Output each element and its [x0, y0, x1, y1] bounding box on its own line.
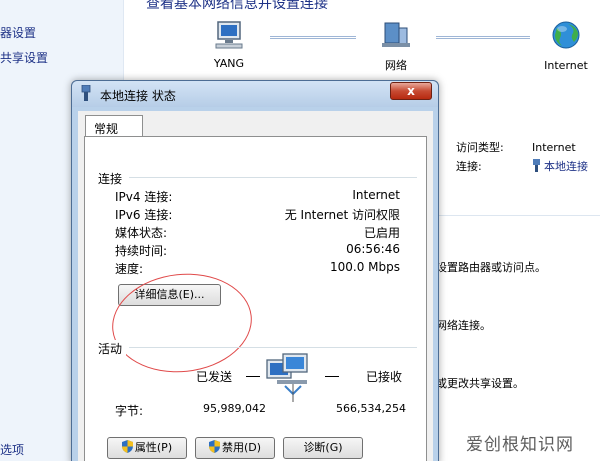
disable-button[interactable]: 禁用(D): [195, 437, 275, 459]
network-activity-icon: [266, 353, 308, 402]
computer-icon: [215, 21, 243, 49]
sent-label: 已发送: [196, 370, 233, 384]
dialog-body: 常规 连接 IPv4 连接: Internet IPv6 连接: 无 Inter…: [78, 111, 433, 461]
dialog-title: 本地连接 状态: [100, 89, 176, 103]
properties-button-label: 属性(P): [134, 441, 173, 454]
group-divider: [129, 177, 417, 178]
section-divider: [436, 215, 600, 216]
diagnose-button[interactable]: 诊断(G): [283, 437, 363, 459]
network-link-line: [270, 36, 356, 39]
network-node-computer[interactable]: YANG: [204, 20, 254, 70]
nav-link-adapter-settings[interactable]: 器设置: [0, 24, 36, 41]
uac-shield-icon: [208, 440, 220, 453]
connection-row: 连接: 本地连接: [456, 158, 588, 174]
speed-label: 速度:: [115, 262, 144, 276]
node-label: 网络: [385, 59, 407, 72]
access-type-row: 访问类型: Internet: [456, 139, 576, 155]
page-title: 查看基本网络信息并设置连接: [146, 0, 328, 12]
connect-network-desc: 网络连接。: [436, 319, 491, 332]
properties-button[interactable]: 属性(P): [107, 437, 187, 459]
bytes-sent-value: 95,989,042: [203, 402, 266, 415]
nav-link-sharing-settings[interactable]: 共享设置: [0, 49, 48, 66]
sharing-settings-desc: 或更改共享设置。: [436, 377, 524, 390]
media-state-label: 媒体状态:: [115, 226, 168, 240]
duration-value: 06:56:46: [346, 242, 400, 256]
network-icon: [382, 22, 410, 47]
bytes-received-value: 566,534,254: [336, 402, 406, 415]
access-type-label: 访问类型:: [456, 141, 504, 154]
disable-button-label: 禁用(D): [221, 441, 262, 454]
ethernet-plug-icon: [533, 159, 540, 172]
node-label: Internet: [544, 59, 588, 72]
local-connection-text: 本地连接: [544, 160, 588, 173]
watermark-text: 爱创根知识网: [466, 435, 574, 455]
network-node-network[interactable]: 网络: [374, 20, 418, 73]
ethernet-plug-icon: [81, 85, 91, 101]
dialog-titlebar[interactable]: 本地连接 状态 x: [72, 81, 438, 107]
sent-dash: [246, 376, 260, 377]
ipv4-value: Internet: [352, 188, 400, 202]
activity-group-label: 活动: [98, 340, 127, 357]
duration-label: 持续时间:: [115, 244, 168, 258]
connection-label: 连接:: [456, 160, 482, 173]
close-button[interactable]: x: [390, 82, 432, 100]
local-connection-link[interactable]: 本地连接: [532, 159, 588, 173]
group-divider: [129, 347, 417, 348]
ipv6-value: 无 Internet 访问权限: [284, 208, 400, 222]
general-tab-page: 连接 IPv4 连接: Internet IPv6 连接: 无 Internet…: [84, 136, 427, 461]
setup-connection-desc: 设置路由器或访问点。: [436, 261, 546, 274]
uac-shield-icon: [121, 440, 133, 453]
speed-value: 100.0 Mbps: [329, 260, 400, 274]
media-state-value: 已启用: [363, 226, 400, 240]
node-label: YANG: [213, 57, 245, 70]
ipv6-label: IPv6 连接:: [115, 208, 173, 222]
access-type-value: Internet: [532, 141, 576, 154]
ipv4-label: IPv4 连接:: [115, 190, 173, 204]
local-connection-status-dialog: 本地连接 状态 x 常规 连接 IPv4 连接: Internet IPv6 连…: [71, 80, 439, 461]
tab-general[interactable]: 常规: [85, 115, 143, 137]
received-dash: [325, 376, 339, 377]
network-link-line: [436, 36, 530, 39]
tab-general-label: 常规: [94, 122, 119, 136]
network-node-internet[interactable]: Internet: [538, 20, 594, 72]
globe-icon: [552, 21, 580, 49]
nav-link-options[interactable]: 选项: [0, 441, 24, 458]
received-label: 已接收: [366, 370, 403, 384]
connection-group-label: 连接: [98, 170, 127, 187]
close-icon: x: [407, 84, 415, 98]
bytes-label: 字节:: [115, 404, 144, 418]
